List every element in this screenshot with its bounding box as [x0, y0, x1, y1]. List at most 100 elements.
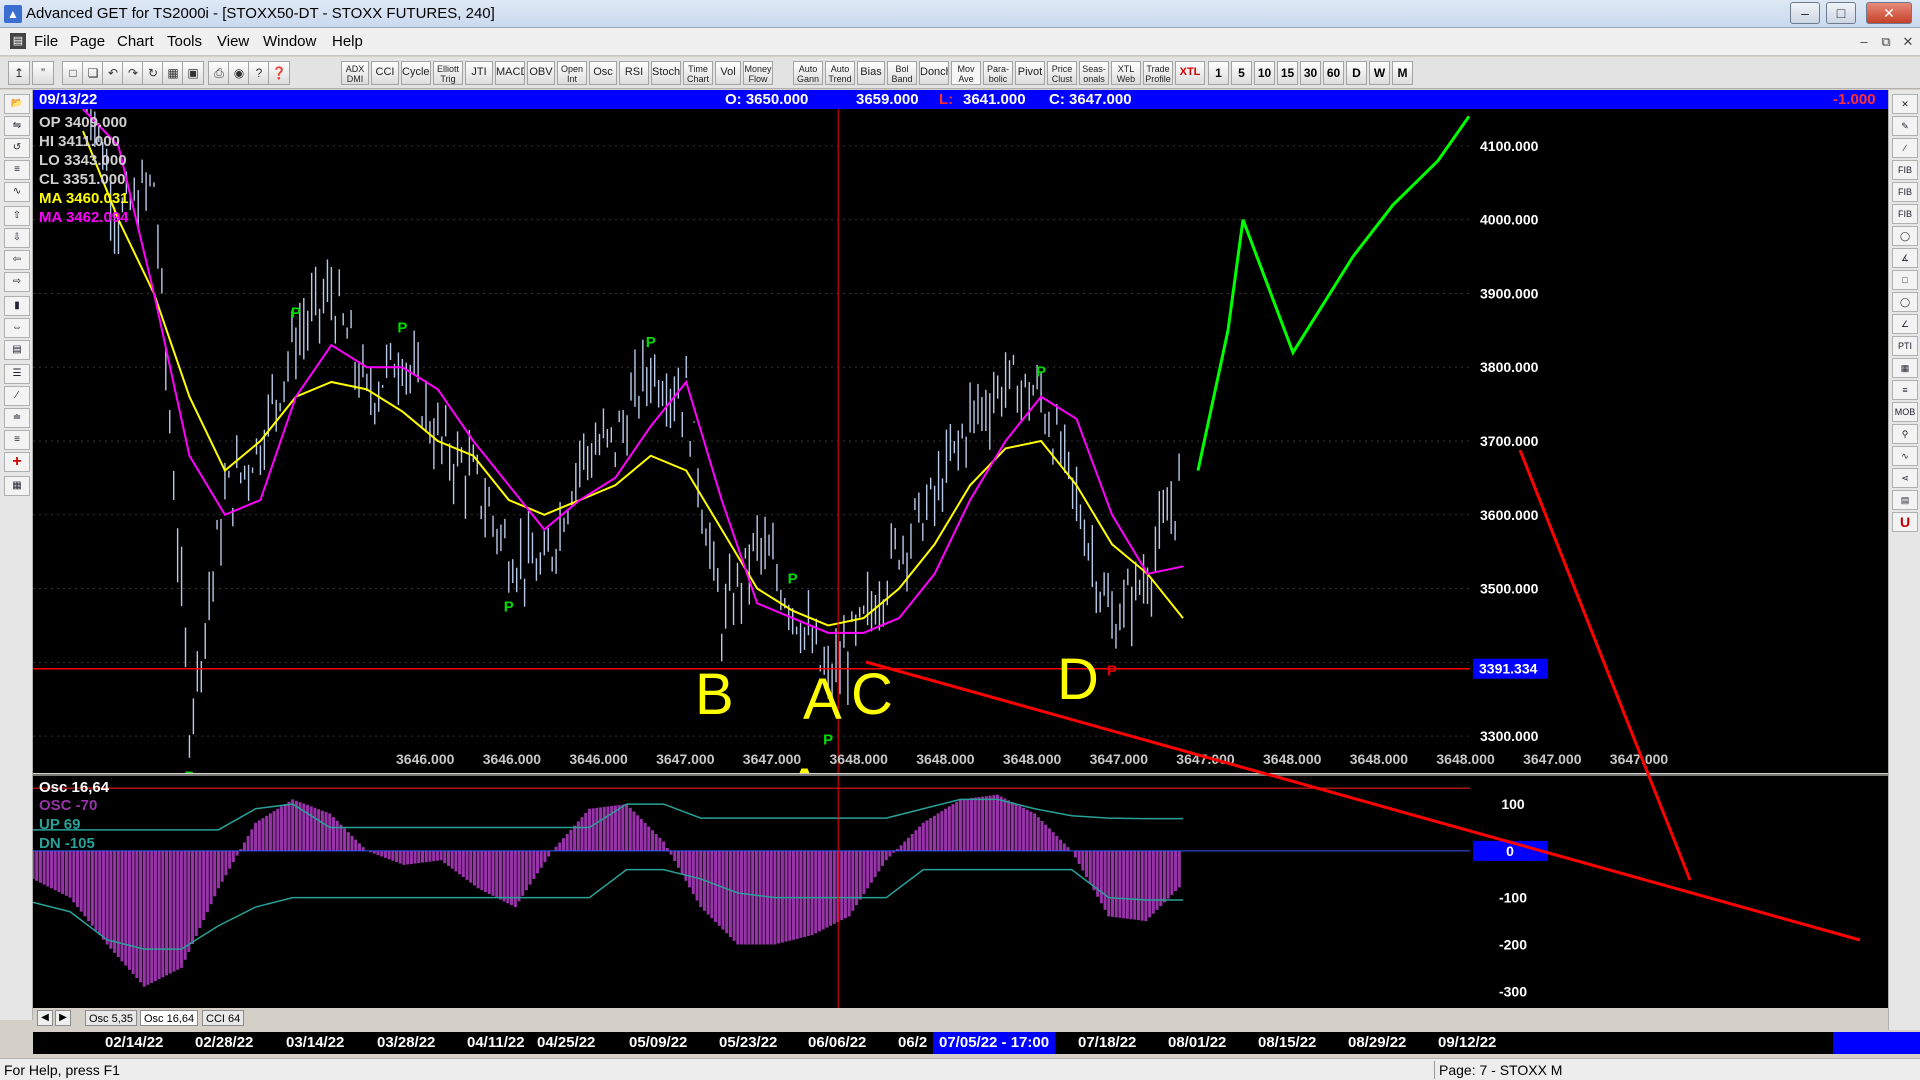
- line-tool-icon[interactable]: ∕: [1892, 138, 1918, 158]
- cycles-button[interactable]: Cycles: [401, 61, 431, 85]
- lines-tool-icon[interactable]: ∕: [4, 386, 30, 406]
- text-tool-icon[interactable]: ▤: [1892, 490, 1918, 510]
- pen-tool-icon[interactable]: ✎: [1892, 116, 1918, 136]
- macd-button[interactable]: MACD: [495, 61, 525, 85]
- donch-button[interactable]: Donch: [919, 61, 949, 85]
- period-10-button[interactable]: 10: [1254, 61, 1275, 85]
- grid-icon[interactable]: ▦: [162, 61, 184, 85]
- refresh-icon[interactable]: ↻: [142, 61, 164, 85]
- oscillator-panel[interactable]: 100 0 -100 -200 -300 Osc 16,64 OSC -70 UP 69 DN…: [31, 774, 1888, 1010]
- copy-icon[interactable]: ❏: [82, 61, 104, 85]
- calendar-icon[interactable]: ▦: [1892, 358, 1918, 378]
- arrow-right-icon[interactable]: ⇨: [4, 272, 30, 292]
- pti-icon[interactable]: PTI: [1892, 336, 1918, 356]
- magnify-icon[interactable]: ⚲: [1892, 424, 1918, 444]
- quote-icon[interactable]: ”: [32, 61, 54, 85]
- new-page-icon[interactable]: □: [62, 61, 84, 85]
- price-chart[interactable]: P P P P P P P P P 4100.000 4000.000 3900.000 3800.0…: [33, 46, 1888, 822]
- vol-button[interactable]: Vol: [715, 61, 741, 85]
- period-monthly-button[interactable]: M: [1392, 61, 1413, 85]
- gann-icon[interactable]: ≐: [4, 408, 30, 428]
- channel-icon[interactable]: ≡: [1892, 380, 1918, 400]
- undo-tool-icon[interactable]: U: [1892, 512, 1918, 532]
- box-tool-icon[interactable]: □: [1892, 270, 1918, 290]
- forward-icon[interactable]: ↷: [122, 61, 144, 85]
- time-chart-button[interactable]: Time Chart: [683, 61, 713, 85]
- menu-tools[interactable]: Tools: [167, 33, 202, 50]
- pointer-icon[interactable]: ↥: [8, 61, 30, 85]
- price-clust-button[interactable]: Price Clust: [1047, 61, 1077, 85]
- mov-ave-button[interactable]: Mov Ave: [951, 61, 981, 85]
- menu-view[interactable]: View: [217, 33, 249, 50]
- menu-file[interactable]: File: [34, 33, 58, 50]
- stoch-button[interactable]: Stoch: [651, 61, 681, 85]
- table-icon[interactable]: ▦: [4, 476, 30, 496]
- document-icon[interactable]: ▤: [10, 33, 26, 49]
- period-1-button[interactable]: 1: [1208, 61, 1229, 85]
- elliott-trig-button[interactable]: Elliott Trig: [433, 61, 463, 85]
- arrow-left-icon[interactable]: ⇦: [4, 250, 30, 270]
- help-icon[interactable]: ?: [248, 61, 270, 85]
- money-flow-button[interactable]: Money Flow: [743, 61, 773, 85]
- mob-icon[interactable]: MOB: [1892, 402, 1918, 422]
- tab-scroll-left-icon[interactable]: ◀: [37, 1010, 53, 1026]
- period-15-button[interactable]: 15: [1277, 61, 1298, 85]
- minimize-button[interactable]: –: [1790, 2, 1820, 24]
- obv-button[interactable]: OBV: [527, 61, 555, 85]
- circle-tool-icon[interactable]: ◯: [1892, 226, 1918, 246]
- gann-fan-icon[interactable]: ∠: [1892, 314, 1918, 334]
- ellipse-tool-icon[interactable]: ◯: [1892, 292, 1918, 312]
- open-chart-icon[interactable]: 📂: [4, 94, 30, 114]
- period-5-button[interactable]: 5: [1231, 61, 1252, 85]
- cci-button[interactable]: CCI: [371, 61, 399, 85]
- bol-band-button[interactable]: Bol Band: [887, 61, 917, 85]
- tab-osc-5-35[interactable]: Osc 5,35: [85, 1010, 138, 1026]
- jti-button[interactable]: JTI: [465, 61, 493, 85]
- trade-profile-button[interactable]: Trade Profile: [1143, 61, 1173, 85]
- mdi-minimize-icon[interactable]: –: [1854, 33, 1874, 51]
- osc-button[interactable]: Osc: [589, 61, 617, 85]
- pitchfork-icon[interactable]: ⋖: [1892, 468, 1918, 488]
- lines-icon[interactable]: ☰: [4, 364, 30, 384]
- bars-icon[interactable]: ▮: [4, 296, 30, 316]
- menu-help[interactable]: Help: [332, 33, 363, 50]
- tile-icon[interactable]: ▣: [182, 61, 204, 85]
- open-int-button[interactable]: Open Int: [557, 61, 587, 85]
- maximize-button[interactable]: □: [1826, 2, 1856, 24]
- oscillator-chart[interactable]: 100 0 -100 -200 -300 Osc 16,64OSC -70 UP 69 DN…: [31, 776, 1888, 1010]
- print-icon[interactable]: ⎙: [208, 61, 230, 85]
- mdi-close-icon[interactable]: ✕: [1898, 33, 1918, 51]
- compress-icon[interactable]: ⇔: [4, 318, 30, 338]
- adx-dmi-button[interactable]: ADX DMI: [341, 61, 369, 85]
- bias-button[interactable]: Bias: [857, 61, 885, 85]
- arrow-up-icon[interactable]: ⇧: [4, 206, 30, 226]
- fib-ret-icon[interactable]: FIB: [1892, 160, 1918, 180]
- zoom-icon[interactable]: ⇋: [4, 116, 30, 136]
- tab-osc-16-64[interactable]: Osc 16,64: [140, 1010, 199, 1026]
- period-daily-button[interactable]: D: [1346, 61, 1367, 85]
- tab-scroll-right-icon[interactable]: ▶: [55, 1010, 71, 1026]
- rsi-button[interactable]: RSI: [619, 61, 649, 85]
- fib-time-icon[interactable]: FIB: [1892, 204, 1918, 224]
- back-icon[interactable]: ↶: [102, 61, 124, 85]
- price-chart-panel[interactable]: P P P P P P P P P 4100.000 4000.000 3900.000 3800.0…: [33, 46, 1888, 822]
- close-button[interactable]: ✕: [1866, 2, 1912, 24]
- fib-ext-icon[interactable]: FIB: [1892, 182, 1918, 202]
- arrow-down-icon[interactable]: ⇩: [4, 228, 30, 248]
- period-30-button[interactable]: 30: [1300, 61, 1321, 85]
- period-weekly-button[interactable]: W: [1369, 61, 1390, 85]
- auto-trend-button[interactable]: Auto Trend: [825, 61, 855, 85]
- xtl-web-button[interactable]: XTL Web: [1111, 61, 1141, 85]
- grid-lines-icon[interactable]: ▤: [4, 340, 30, 360]
- parabolic-button[interactable]: Para-bolic: [983, 61, 1013, 85]
- pivot-button[interactable]: Pivot: [1015, 61, 1045, 85]
- period-60-button[interactable]: 60: [1323, 61, 1344, 85]
- seasonals-button[interactable]: Seas-onals: [1079, 61, 1109, 85]
- xtl-button[interactable]: XTL: [1175, 61, 1205, 85]
- context-help-icon[interactable]: ❓: [268, 61, 290, 85]
- fan-tool-icon[interactable]: ∡: [1892, 248, 1918, 268]
- wave-icon[interactable]: ∿: [1892, 446, 1918, 466]
- auto-gann-button[interactable]: Auto Gann: [793, 61, 823, 85]
- study-icon[interactable]: ≡: [4, 160, 30, 180]
- fib-icon[interactable]: ≡: [4, 430, 30, 450]
